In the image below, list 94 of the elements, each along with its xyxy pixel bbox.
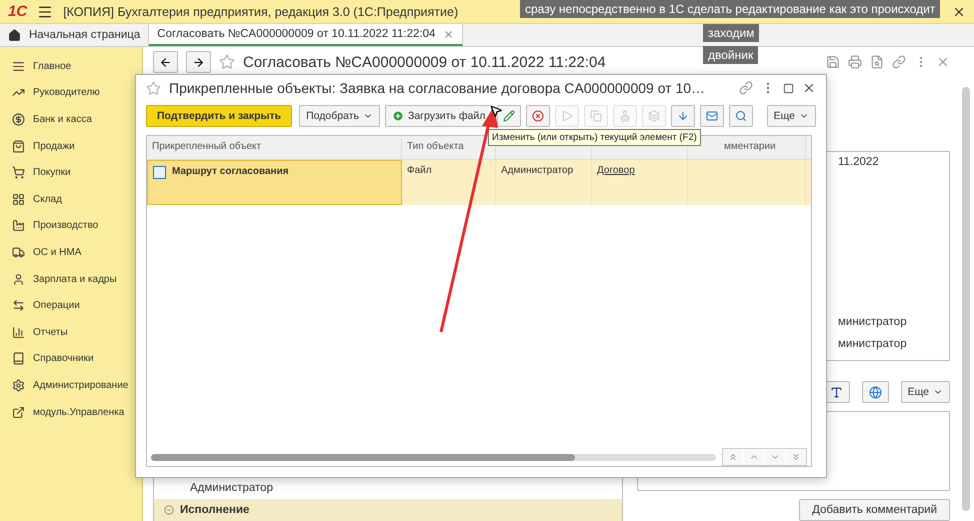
app-logo: 1С bbox=[8, 3, 28, 20]
tooltip: Изменить (или открыть) текущий элемент (F2) bbox=[488, 129, 701, 146]
double-chevron-down-icon bbox=[791, 452, 801, 462]
link-icon[interactable] bbox=[739, 81, 753, 95]
scrollbar[interactable] bbox=[962, 87, 970, 511]
cart-icon bbox=[12, 166, 25, 180]
collapse-icon[interactable] bbox=[164, 505, 174, 515]
star-icon[interactable] bbox=[219, 54, 235, 70]
caption: заходим bbox=[703, 24, 760, 42]
forward-button[interactable] bbox=[186, 51, 211, 73]
table-cell: Администратор bbox=[501, 165, 574, 176]
plus-icon bbox=[392, 110, 404, 122]
print-icon[interactable] bbox=[848, 55, 862, 69]
arrow-down-icon bbox=[677, 110, 690, 122]
home-icon bbox=[8, 28, 21, 42]
arrow-down-button[interactable] bbox=[671, 105, 696, 127]
app-title: [КОПИЯ] Бухгалтерия предприятия, редакция 3.0 (1С:Предприятие) bbox=[63, 4, 458, 18]
sidebar-item[interactable]: ОС и НМА bbox=[0, 239, 142, 266]
search-button[interactable] bbox=[729, 105, 754, 127]
grid-icon bbox=[12, 192, 25, 206]
more-button[interactable]: Еще bbox=[900, 381, 950, 403]
mail-icon bbox=[706, 110, 718, 122]
caption: двойник bbox=[703, 46, 758, 64]
stamp-icon bbox=[619, 110, 632, 122]
globe-button[interactable] bbox=[862, 381, 889, 403]
delete-button[interactable] bbox=[526, 105, 550, 127]
globe-icon bbox=[868, 386, 882, 398]
back-button[interactable] bbox=[153, 51, 178, 73]
external-link-icon bbox=[12, 406, 25, 419]
arrow-right-icon bbox=[192, 56, 205, 68]
book-icon bbox=[12, 352, 25, 366]
mail-button[interactable] bbox=[700, 105, 724, 127]
search-icon bbox=[735, 110, 748, 122]
menu-icon[interactable] bbox=[37, 4, 54, 20]
copy-icon bbox=[590, 110, 602, 122]
sidebar-item[interactable]: Продажи bbox=[0, 132, 142, 160]
layers-icon bbox=[648, 110, 660, 122]
maximize-icon[interactable] bbox=[783, 82, 794, 94]
document-icon bbox=[153, 166, 166, 179]
preview-icon[interactable] bbox=[870, 55, 884, 69]
pencil-icon bbox=[503, 110, 516, 122]
double-chevron-up-icon bbox=[728, 452, 738, 462]
form-title: Согласовать №CA000000009 от 10.11.2022 11:22:04 bbox=[243, 54, 606, 70]
arrow-left-icon bbox=[159, 56, 172, 68]
link-icon[interactable] bbox=[892, 55, 906, 69]
sidebar-item[interactable]: Банк и касса bbox=[0, 106, 142, 133]
first-button[interactable] bbox=[723, 449, 743, 465]
add-comment-button[interactable]: Добавить комментарий bbox=[799, 499, 950, 521]
factory-icon bbox=[12, 219, 25, 232]
history-text: министратор bbox=[838, 316, 908, 328]
table-cell: Маршрут согласования bbox=[172, 166, 289, 177]
close-icon[interactable] bbox=[802, 81, 816, 95]
table-link[interactable]: Договор bbox=[597, 165, 635, 176]
select-button[interactable]: Подобрать bbox=[299, 105, 380, 127]
delete-icon bbox=[532, 110, 544, 122]
sidebar-item[interactable]: Руководителю bbox=[0, 80, 142, 106]
pencil-button[interactable] bbox=[497, 105, 522, 127]
person-icon bbox=[12, 272, 25, 286]
sidebar-item[interactable]: Отчеты bbox=[0, 318, 142, 346]
list-icon bbox=[12, 60, 25, 73]
bag-icon bbox=[12, 140, 25, 153]
sidebar-item[interactable]: Операции bbox=[0, 292, 142, 319]
sidebar-item[interactable]: Главное bbox=[0, 53, 142, 80]
save-icon[interactable] bbox=[826, 55, 840, 69]
more-button[interactable]: Еще bbox=[766, 105, 816, 127]
sidebar-item[interactable]: Администрирование bbox=[0, 372, 142, 399]
truck-icon bbox=[12, 246, 25, 259]
group-row[interactable]: Исполнение bbox=[154, 499, 622, 521]
play-icon bbox=[561, 110, 574, 122]
settings-icon bbox=[12, 378, 25, 392]
date-text: 11.2022 bbox=[838, 156, 880, 168]
coin-icon bbox=[12, 112, 25, 126]
sidebar-item[interactable]: Склад bbox=[0, 186, 142, 213]
table-row[interactable]: Маршрут согласования Файл Администратор Договор bbox=[147, 160, 811, 205]
cursor-icon bbox=[489, 104, 503, 118]
last-button[interactable] bbox=[786, 449, 806, 465]
caption: сразу непосредственно в 1С сделать редактирование как это происходит bbox=[520, 0, 940, 18]
scrollbar[interactable] bbox=[151, 454, 716, 460]
dialog-title: Прикрепленные объекты: Заявка на согласование договора CA000000009 от 10… bbox=[169, 80, 706, 96]
tab[interactable]: Согласовать №CA000000009 от 10.11.2022 11:22:04 bbox=[149, 24, 464, 46]
history-text: министратор bbox=[838, 338, 908, 350]
sidebar-item[interactable]: Покупки bbox=[0, 159, 142, 186]
sidebar-item[interactable]: Справочники bbox=[0, 346, 142, 372]
confirm-button[interactable]: Подтвердить и закрыть bbox=[146, 105, 292, 127]
upload-button[interactable]: Загрузить файл bbox=[384, 105, 492, 127]
bar-chart-icon bbox=[12, 326, 25, 339]
sidebar-item[interactable]: Производство bbox=[0, 212, 142, 240]
column-header[interactable]: Прикрепленный объект bbox=[147, 136, 402, 159]
arrows-icon bbox=[12, 299, 25, 312]
table-cell: Файл bbox=[407, 165, 432, 176]
text-icon bbox=[830, 386, 843, 398]
sidebar-item[interactable]: Зарплата и кадры bbox=[0, 266, 142, 292]
sidebar-item[interactable]: модуль.Управленка bbox=[0, 398, 142, 426]
star-icon[interactable] bbox=[146, 80, 161, 96]
